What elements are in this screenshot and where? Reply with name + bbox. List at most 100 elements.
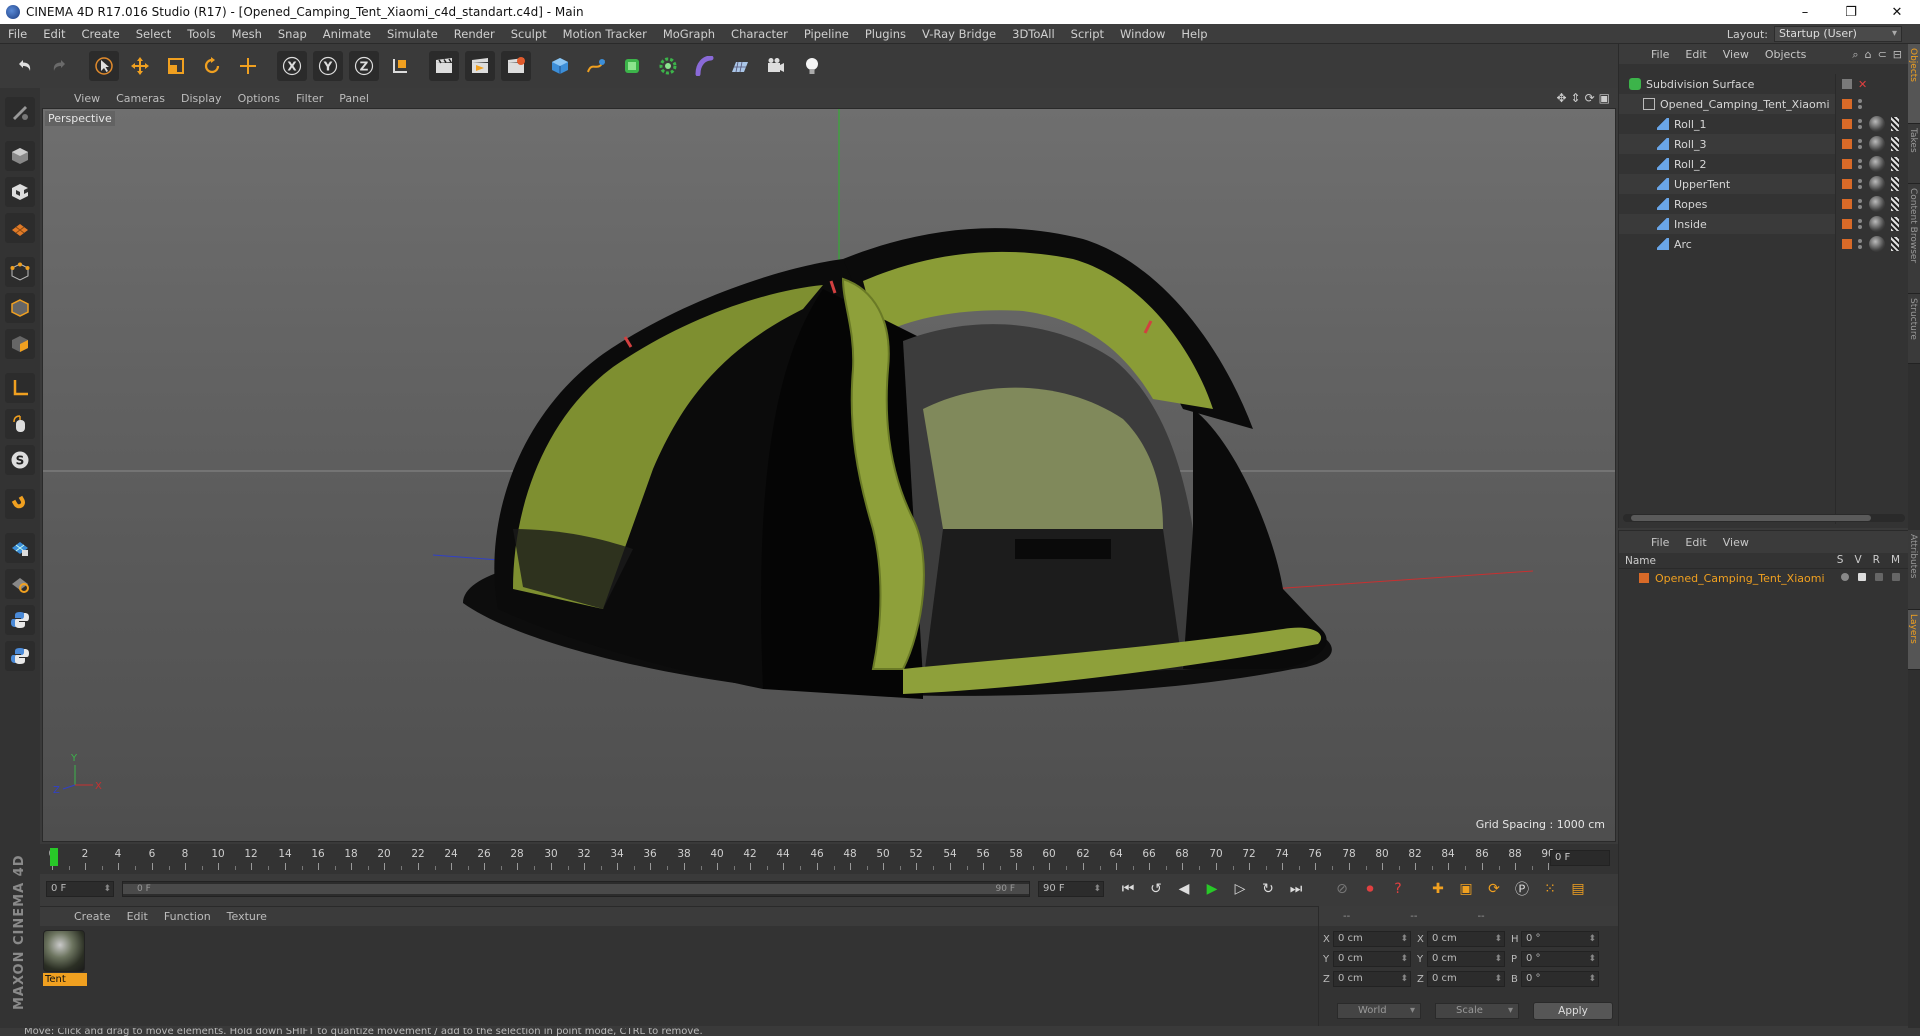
move-tool-button[interactable] [125, 51, 155, 81]
tweak-mode-button[interactable] [5, 409, 35, 439]
phong-tag-icon[interactable] [1891, 237, 1899, 251]
key-scale-icon[interactable]: ▣ [1454, 877, 1478, 901]
snapping-button[interactable]: S [5, 445, 35, 475]
texture-tag-icon[interactable] [1869, 116, 1885, 132]
play-forward-icon[interactable]: ▶ [1200, 877, 1224, 901]
layer-menu-edit[interactable]: Edit [1677, 536, 1714, 549]
previous-frame-icon[interactable]: ◀ [1172, 877, 1196, 901]
restore-button[interactable]: ❐ [1828, 0, 1874, 24]
add-camera-button[interactable] [761, 51, 791, 81]
polygons-mode-button[interactable] [5, 329, 35, 359]
layout-dropdown[interactable]: Startup (User) [1774, 26, 1902, 42]
object-row[interactable]: Roll_2 [1619, 154, 1835, 174]
timeline-ruler[interactable]: 0246810121416182022242628303234363840424… [40, 844, 1618, 874]
menu-sculpt[interactable]: Sculpt [503, 27, 555, 41]
menu-plugins[interactable]: Plugins [857, 27, 914, 41]
menu-tools[interactable]: Tools [179, 27, 223, 41]
visibility-dots[interactable] [1858, 179, 1863, 189]
perspective-viewport[interactable]: Y X Z Perspective Grid Spacing : 1000 cm [42, 108, 1616, 842]
pan-icon[interactable]: ✥ [1556, 91, 1566, 105]
size-x-field[interactable]: 0 cm [1427, 931, 1505, 947]
rot-h-field[interactable]: 0 ° [1521, 931, 1599, 947]
previous-key-icon[interactable]: ↺ [1144, 877, 1168, 901]
start-frame-field[interactable]: 0 F [46, 881, 114, 897]
rotate-tool-button[interactable] [197, 51, 227, 81]
menu-window[interactable]: Window [1112, 27, 1173, 41]
layer-color-tag[interactable] [1842, 99, 1852, 109]
viewport-menu-options[interactable]: Options [230, 92, 288, 105]
render-view-button[interactable] [429, 51, 459, 81]
texture-tag-icon[interactable] [1869, 176, 1885, 192]
object-menu-objects[interactable]: Objects [1757, 48, 1815, 61]
visibility-dots[interactable] [1858, 99, 1863, 109]
points-mode-button[interactable] [5, 257, 35, 287]
transform-mode-dropdown[interactable]: Scale [1435, 1003, 1519, 1019]
layer-color-tag[interactable] [1842, 139, 1852, 149]
object-menu-edit[interactable]: Edit [1677, 48, 1714, 61]
material-swatch-tent[interactable]: Tent [43, 930, 87, 986]
workplane-mode-button[interactable] [5, 213, 35, 243]
apply-button[interactable]: Apply [1533, 1002, 1613, 1020]
new-window-icon[interactable]: ⊟ [1893, 48, 1902, 62]
model-mode-button[interactable] [5, 141, 35, 171]
lock-workplane-button[interactable] [5, 533, 35, 563]
key-parameter-icon[interactable]: Ⓟ [1510, 877, 1534, 901]
undo-button[interactable] [9, 51, 39, 81]
side-tab-takes[interactable]: Takes [1908, 124, 1920, 184]
phong-tag-icon[interactable] [1891, 197, 1899, 211]
layer-color-tag[interactable] [1842, 119, 1852, 129]
python-script-button[interactable] [5, 605, 35, 635]
menu-mesh[interactable]: Mesh [224, 27, 270, 41]
layer-color-tag[interactable] [1842, 159, 1852, 169]
layer-color-tag[interactable] [1842, 199, 1852, 209]
viewport-camera-label[interactable]: Perspective [45, 111, 115, 126]
object-manager-scrollbar[interactable] [1623, 514, 1905, 522]
add-cube-button[interactable] [545, 51, 575, 81]
add-environment-button[interactable] [725, 51, 755, 81]
material-menu-function[interactable]: Function [156, 910, 219, 923]
menu-character[interactable]: Character [723, 27, 796, 41]
pos-x-field[interactable]: 0 cm [1333, 931, 1411, 947]
pos-y-field[interactable]: 0 cm [1333, 951, 1411, 967]
motion-record-icon[interactable]: ⊘ [1330, 877, 1354, 901]
z-axis-lock-button[interactable]: Z [349, 51, 379, 81]
layer-menu-file[interactable]: File [1643, 536, 1677, 549]
object-row[interactable]: Subdivision Surface [1619, 74, 1835, 94]
x-axis-lock-button[interactable]: X [277, 51, 307, 81]
menu-mograph[interactable]: MoGraph [655, 27, 723, 41]
axis-mode-button[interactable] [5, 373, 35, 403]
menu-help[interactable]: Help [1173, 27, 1215, 41]
python-plugin-button[interactable] [5, 641, 35, 671]
current-frame-field[interactable]: 0 F [1550, 850, 1610, 866]
visibility-dots[interactable] [1858, 199, 1863, 209]
recent-tools-button[interactable] [233, 51, 263, 81]
live-selection-button[interactable] [89, 51, 119, 81]
phong-tag-icon[interactable] [1891, 137, 1899, 151]
texture-tag-icon[interactable] [1869, 216, 1885, 232]
edit-render-settings-button[interactable] [501, 51, 531, 81]
viewport-menu-display[interactable]: Display [173, 92, 230, 105]
object-row[interactable]: Ropes [1619, 194, 1835, 214]
orbit-icon[interactable]: ⟳ [1585, 91, 1595, 105]
object-row[interactable]: Roll_1 [1619, 114, 1835, 134]
next-key-icon[interactable]: ↻ [1256, 877, 1280, 901]
menu-snap[interactable]: Snap [270, 27, 315, 41]
add-spline-button[interactable] [581, 51, 611, 81]
record-keys-icon[interactable]: ⏺ [1358, 877, 1382, 901]
side-tab-structure[interactable]: Structure [1908, 294, 1920, 364]
object-row[interactable]: Opened_Camping_Tent_Xiaomi [1619, 94, 1835, 114]
menu-select[interactable]: Select [128, 27, 179, 41]
phong-tag-icon[interactable] [1891, 177, 1899, 191]
search-icon[interactable]: ⌕ [1852, 48, 1858, 62]
material-menu-create[interactable]: Create [66, 910, 119, 923]
menu-motion-tracker[interactable]: Motion Tracker [555, 27, 655, 41]
link-icon[interactable]: ⊂ [1878, 48, 1887, 62]
viewport-menu-cameras[interactable]: Cameras [108, 92, 173, 105]
coordinate-mode-dropdown[interactable]: World [1337, 1003, 1421, 1019]
maximize-view-icon[interactable]: ▣ [1599, 91, 1610, 105]
layer-view-toggle[interactable] [1858, 573, 1866, 581]
add-nurbs-button[interactable] [617, 51, 647, 81]
object-menu-view[interactable]: View [1715, 48, 1757, 61]
phong-tag-icon[interactable] [1891, 117, 1899, 131]
timeline-playhead[interactable] [50, 848, 58, 866]
